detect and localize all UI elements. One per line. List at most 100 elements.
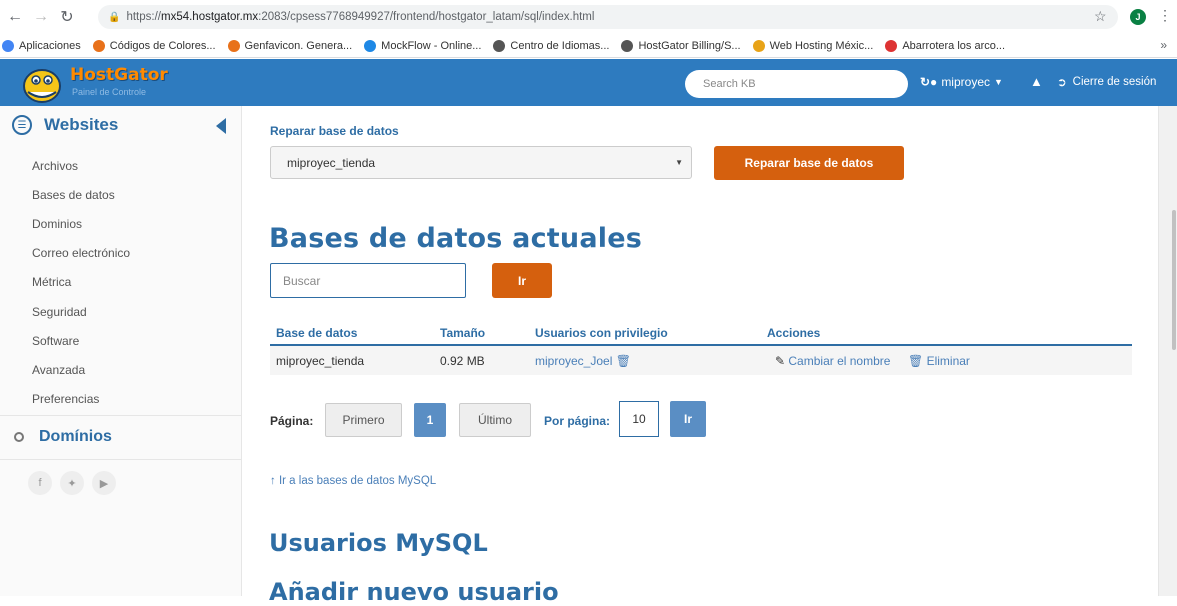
sidebar-divider xyxy=(0,459,241,460)
current-page-button[interactable]: 1 xyxy=(414,403,446,437)
address-bar[interactable]: 🔒 https://mx54.hostgator.mx:2083/cpsess7… xyxy=(98,5,1118,29)
scrollbar-thumb[interactable] xyxy=(1172,210,1176,350)
forward-icon[interactable]: → xyxy=(30,6,52,28)
db-size: 0.92 MB xyxy=(440,354,485,368)
per-page-go-button[interactable]: Ir xyxy=(670,401,706,437)
col-database[interactable]: Base de datos xyxy=(276,326,357,340)
repair-db-select[interactable]: miproyec_tienda ▼ xyxy=(270,146,692,179)
main-content: Reparar base de datos miproyec_tienda ▼ … xyxy=(243,106,1158,606)
bookmark-label: Códigos de Colores... xyxy=(109,39,216,52)
db-search-input[interactable]: Buscar xyxy=(270,263,466,298)
back-icon[interactable]: ← xyxy=(4,6,26,28)
sidebar-item[interactable]: Avanzada xyxy=(32,355,130,384)
db-search-button[interactable]: Ir xyxy=(492,263,552,298)
bookmark-item[interactable]: Genfavicon. Genera... xyxy=(227,39,353,52)
rename-link[interactable]: ✎ Cambiar el nombre xyxy=(775,354,890,368)
go-mysql-link[interactable]: ↑ Ir a las bases de datos MySQL xyxy=(270,475,436,487)
sidebar-item[interactable]: Preferencias xyxy=(32,385,130,414)
per-page-label: Por página: xyxy=(544,414,611,428)
youtube-icon[interactable]: ▶ xyxy=(92,471,116,495)
browser-menu-icon[interactable]: ⋮ xyxy=(1158,7,1172,24)
bookmark-favicon-icon xyxy=(92,39,105,52)
select-caret-icon: ▼ xyxy=(675,158,683,167)
sidebar-item[interactable]: Seguridad xyxy=(32,297,130,326)
delete-link[interactable]: 🗑 Eliminar xyxy=(908,354,970,368)
bookmark-item[interactable]: Aplicaciones xyxy=(2,39,81,52)
sidebar-item[interactable]: Métrica xyxy=(32,268,130,297)
sidebar-item[interactable]: Software xyxy=(32,326,130,355)
sidebar-item[interactable]: Dominios xyxy=(32,209,130,238)
sidebar-item[interactable]: Correo electrónico xyxy=(32,239,130,268)
last-page-button[interactable]: Último xyxy=(459,403,531,437)
bookmark-favicon-icon xyxy=(493,39,506,52)
user-menu[interactable]: ↻● miproyec ▼ xyxy=(920,75,1003,89)
twitter-icon[interactable]: ✦ xyxy=(60,471,84,495)
sidebar-item[interactable]: Archivos xyxy=(32,151,130,180)
bookmark-item[interactable]: MockFlow - Online... xyxy=(364,39,481,52)
per-page-input[interactable]: 10 xyxy=(619,401,659,437)
db-user-link[interactable]: miproyec_Joel 🗑 xyxy=(535,354,631,368)
sidebar-divider xyxy=(0,415,241,416)
sidebar-items: Archivos Bases de datos Dominios Correo ele… xyxy=(32,151,130,414)
logout-link[interactable]: ➲ Cierre de sesión xyxy=(1057,75,1156,89)
logo-subtitle: Painel de Controle xyxy=(72,87,147,97)
url-host: mx54.hostgator.mx xyxy=(160,11,259,23)
app-header: HostGator Painel de Controle Search KB ↻… xyxy=(0,59,1177,106)
trash-icon: 🗑 xyxy=(908,354,927,368)
bookmark-label: Web Hosting Méxic... xyxy=(769,39,874,52)
bookmark-favicon-icon xyxy=(885,39,898,52)
bookmark-star-icon[interactable]: ☆ xyxy=(1094,8,1107,25)
bookmark-item[interactable]: Centro de Idiomas... xyxy=(493,39,610,52)
page-label: Página: xyxy=(270,414,314,428)
bookmark-item[interactable]: HostGator Billing/S... xyxy=(621,39,741,52)
sidebar-item[interactable]: Bases de datos xyxy=(32,180,130,209)
social-links: f ✦ ▶ xyxy=(28,471,124,495)
add-user-title: Añadir nuevo usuario xyxy=(269,578,559,606)
col-actions: Acciones xyxy=(767,326,821,340)
scrollbar[interactable] xyxy=(1158,106,1177,596)
hostgator-logo-icon[interactable] xyxy=(18,62,66,104)
sidebar-section-domains[interactable]: Domínios xyxy=(14,428,112,446)
bookmark-label: Genfavicon. Genera... xyxy=(244,39,353,52)
table-row: miproyec_tienda 0.92 MB miproyec_Joel 🗑 … xyxy=(270,346,1132,375)
search-kb-input[interactable]: Search KB xyxy=(685,70,908,98)
pencil-icon: ✎ xyxy=(775,354,789,368)
bookmark-item[interactable]: Web Hosting Méxic... xyxy=(752,39,874,52)
trash-icon[interactable]: 🗑 xyxy=(612,354,631,368)
logo-title: HostGator xyxy=(70,65,168,85)
reload-icon[interactable]: ↻ xyxy=(56,6,78,28)
logout-icon: ➲ xyxy=(1057,77,1067,89)
delete-label: Eliminar xyxy=(926,354,970,368)
collapse-icon[interactable] xyxy=(216,118,226,134)
websites-icon: ☰ xyxy=(12,115,32,135)
repair-label: Reparar base de datos xyxy=(270,124,399,138)
arrow-up-icon: ↑ xyxy=(270,475,279,487)
repair-db-selected: miproyec_tienda xyxy=(287,155,376,170)
db-table-header: Base de datos Tamaño Usuarios con privil… xyxy=(270,318,1132,346)
bookmark-item[interactable]: Abarrotera los arco... xyxy=(885,39,1006,52)
bookmark-favicon-icon xyxy=(621,39,634,52)
facebook-icon[interactable]: f xyxy=(28,471,52,495)
current-dbs-title: Bases de datos actuales xyxy=(269,223,642,254)
db-name: miproyec_tienda xyxy=(276,354,365,368)
sidebar-section-websites[interactable]: ☰ Websites xyxy=(12,115,118,135)
repair-db-button[interactable]: Reparar base de datos xyxy=(714,146,904,180)
bookmark-item[interactable]: Códigos de Colores... xyxy=(92,39,216,52)
url-rest: :2083/cpsess7768949927/frontend/hostgato… xyxy=(258,11,595,23)
bookmark-label: Abarrotera los arco... xyxy=(902,39,1006,52)
more-bookmarks-icon[interactable]: » xyxy=(1160,38,1167,52)
logout-label: Cierre de sesión xyxy=(1072,76,1157,88)
lock-icon: 🔒 xyxy=(108,11,121,23)
bookmark-favicon-icon xyxy=(227,39,240,52)
username: miproyec xyxy=(941,75,990,89)
bell-icon[interactable]: ▲ xyxy=(1030,74,1043,89)
first-page-button[interactable]: Primero xyxy=(325,403,402,437)
refresh-user-icon: ↻● xyxy=(920,75,938,89)
col-size[interactable]: Tamaño xyxy=(440,326,485,340)
sidebar: ☰ Websites Archivos Bases de datos Dominio… xyxy=(0,106,242,596)
db-user-label: miproyec_Joel xyxy=(535,354,613,368)
bookmark-label: Aplicaciones xyxy=(19,39,81,52)
bookmark-label: Centro de Idiomas... xyxy=(510,39,610,52)
bookmark-favicon-icon xyxy=(752,39,765,52)
profile-avatar[interactable]: J xyxy=(1130,9,1146,25)
